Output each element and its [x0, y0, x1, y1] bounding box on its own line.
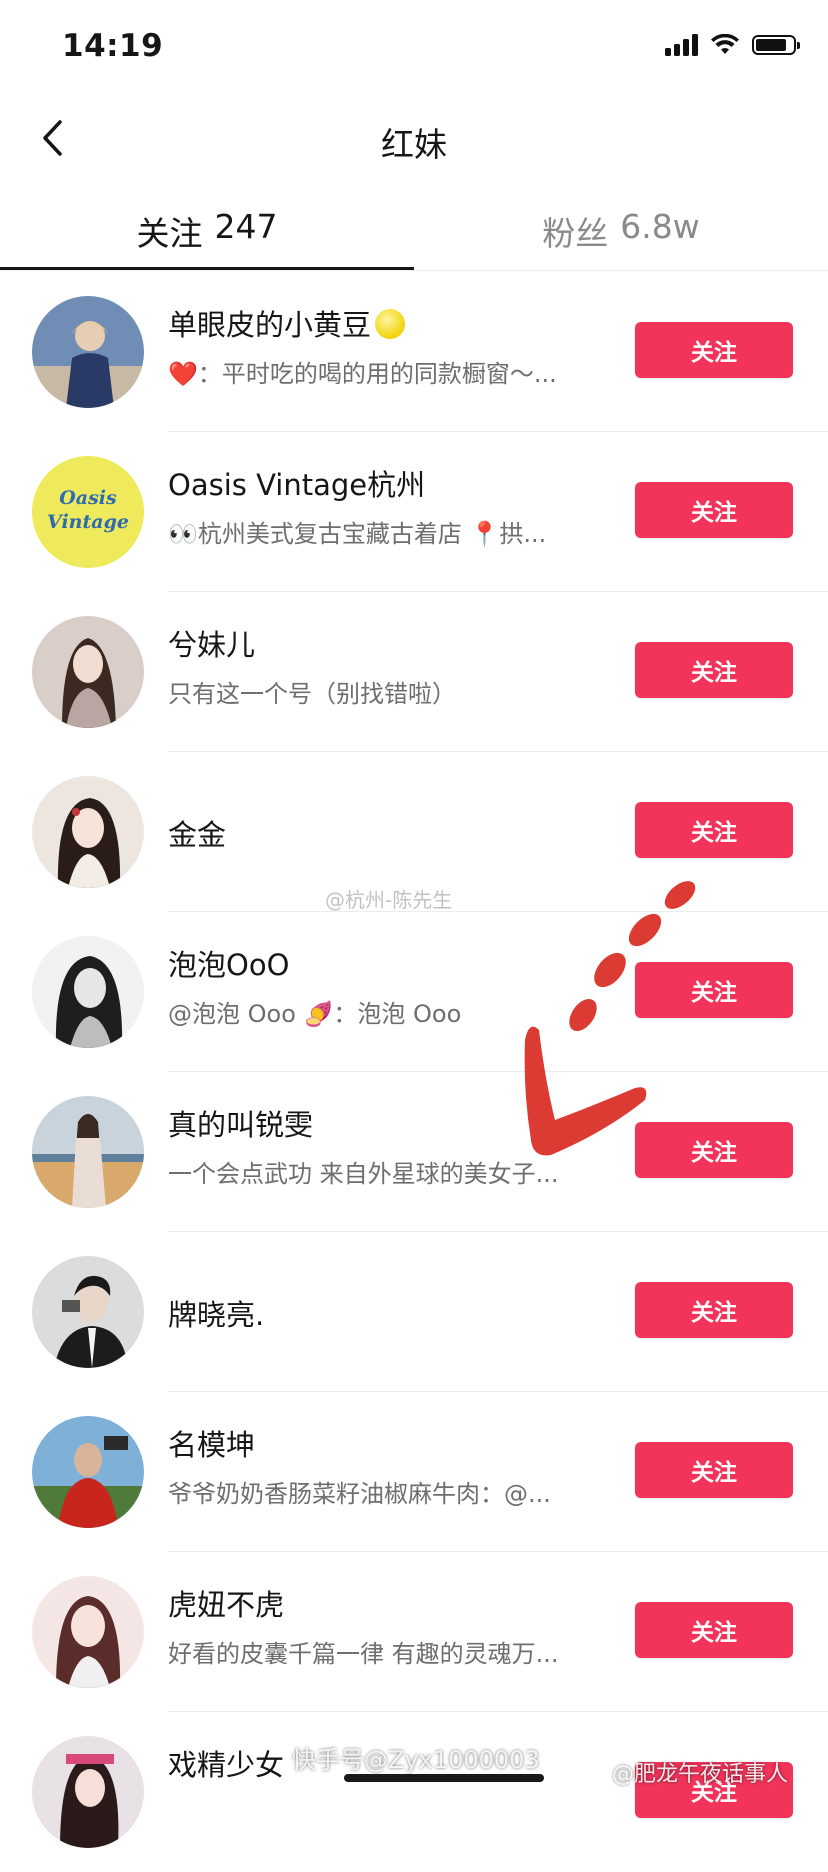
- user-name: Oasis Vintage杭州: [168, 468, 426, 502]
- follow-button[interactable]: 关注: [635, 1282, 793, 1338]
- battery-icon: [752, 35, 800, 55]
- avatar[interactable]: Oasis Vintage: [32, 456, 144, 568]
- user-bio: 好看的皮囊千篇一律 有趣的灵魂万...: [168, 1640, 559, 1668]
- follow-button[interactable]: 关注: [635, 1122, 793, 1178]
- avatar[interactable]: [32, 1736, 144, 1848]
- tab-following-count: 247: [214, 207, 278, 246]
- wifi-icon: [711, 34, 739, 54]
- avatar[interactable]: [32, 296, 144, 408]
- nav-bar: 红妹: [0, 100, 828, 182]
- list-item[interactable]: 名模坤 爷爷奶奶香肠菜籽油椒麻牛肉：@... 关注: [0, 1392, 828, 1552]
- user-bio: @泡泡 Ooo 🍠：泡泡 Ooo: [168, 1000, 462, 1028]
- tab-fans-label: 粉丝: [542, 214, 609, 253]
- tabs-divider: [0, 270, 828, 271]
- home-indicator: [344, 1774, 544, 1782]
- user-name: 真的叫锐雯: [168, 1108, 314, 1142]
- tab-fans[interactable]: 粉丝 6.8w: [414, 195, 828, 271]
- list-item[interactable]: 兮妹儿 只有这一个号（别找错啦） 关注: [0, 592, 828, 752]
- follow-button[interactable]: 关注: [635, 1602, 793, 1658]
- user-bio: 一个会点武功 来自外星球的美女子...: [168, 1160, 559, 1188]
- status-bar: 14:19: [0, 0, 828, 100]
- user-name: 戏精少女: [168, 1748, 285, 1782]
- follow-button[interactable]: 关注: [635, 802, 793, 858]
- user-name: 牌晓亮.: [168, 1298, 265, 1332]
- follow-button[interactable]: 关注: [635, 482, 793, 538]
- avatar-logo-text: Vintage: [47, 511, 129, 533]
- follow-button[interactable]: 关注: [635, 962, 793, 1018]
- user-name: 虎妞不虎: [168, 1588, 285, 1622]
- tab-following-label: 关注: [136, 214, 203, 253]
- avatar[interactable]: [32, 616, 144, 728]
- cellular-signal-icon: [665, 34, 698, 56]
- avatar[interactable]: [32, 1096, 144, 1208]
- tab-following[interactable]: 关注 247: [0, 195, 414, 271]
- yellow-ball-emoji-icon: [375, 309, 406, 339]
- list-item[interactable]: 戏精少女 关注: [0, 1712, 828, 1872]
- status-time: 14:19: [62, 28, 164, 64]
- follow-button[interactable]: 关注: [635, 1442, 793, 1498]
- list-item[interactable]: 泡泡OoO @泡泡 Ooo 🍠：泡泡 Ooo 关注: [0, 912, 828, 1072]
- user-bio: ❤️：平时吃的喝的用的同款橱窗～...: [168, 360, 557, 388]
- watermark-weibo-bottom: @肥龙午夜话事人: [612, 1762, 789, 1787]
- tab-fans-count: 6.8w: [620, 207, 700, 246]
- avatar[interactable]: [32, 936, 144, 1048]
- avatar-logo-text: Oasis: [59, 487, 117, 509]
- list-item[interactable]: 牌晓亮. 关注: [0, 1232, 828, 1392]
- list-item[interactable]: Oasis Vintage Oasis Vintage杭州 👀杭州美式复古宝藏古…: [0, 432, 828, 592]
- tab-bar: 关注 247 粉丝 6.8w: [0, 195, 828, 271]
- user-bio: 👀杭州美式复古宝藏古着店 📍拱...: [168, 520, 547, 548]
- user-name: 金金: [168, 818, 227, 852]
- user-name: 名模坤: [168, 1428, 256, 1462]
- follow-button[interactable]: 关注: [635, 642, 793, 698]
- list-item[interactable]: 真的叫锐雯 一个会点武功 来自外星球的美女子... 关注: [0, 1072, 828, 1232]
- avatar[interactable]: [32, 776, 144, 888]
- user-name: 兮妹儿: [168, 628, 256, 662]
- follow-button[interactable]: 关注: [635, 322, 793, 378]
- watermark-kuaishou: 快手号@Zyx1000003: [292, 1746, 540, 1774]
- avatar[interactable]: [32, 1256, 144, 1368]
- user-name: 单眼皮的小黄豆: [168, 302, 406, 344]
- page-title: 红妹: [381, 125, 447, 164]
- following-list: 单眼皮的小黄豆 ❤️：平时吃的喝的用的同款橱窗～... 关注 Oasis Vin…: [0, 272, 828, 1872]
- user-name: 泡泡OoO: [168, 948, 290, 982]
- list-item[interactable]: 单眼皮的小黄豆 ❤️：平时吃的喝的用的同款橱窗～... 关注: [0, 272, 828, 432]
- user-bio: 爷爷奶奶香肠菜籽油椒麻牛肉：@...: [168, 1480, 551, 1508]
- user-bio: 只有这一个号（别找错啦）: [168, 680, 456, 708]
- status-icons: [665, 34, 800, 56]
- avatar[interactable]: [32, 1416, 144, 1528]
- avatar[interactable]: [32, 1576, 144, 1688]
- watermark-weibo: @杭州-陈先生: [325, 888, 453, 912]
- list-item[interactable]: 虎妞不虎 好看的皮囊千篇一律 有趣的灵魂万... 关注: [0, 1552, 828, 1712]
